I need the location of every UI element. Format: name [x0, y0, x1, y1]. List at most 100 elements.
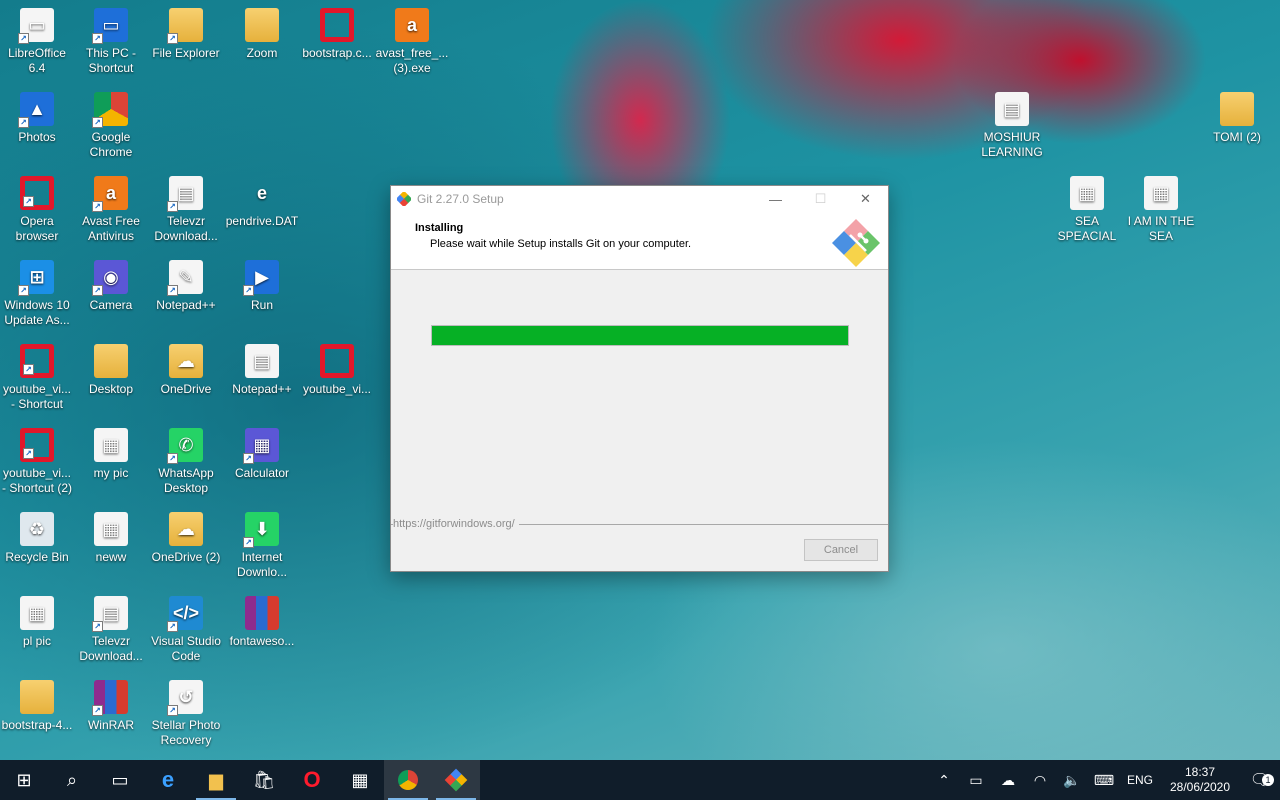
- desktop-icon-file-explorer[interactable]: ↗ File Explorer: [149, 2, 223, 61]
- desktop-icon-recycle-bin[interactable]: ♻ Recycle Bin: [0, 506, 74, 565]
- icon-label: Run: [250, 298, 273, 312]
- icon-label: Avast Free Antivirus: [82, 214, 140, 243]
- camera-icon: ◉ ↗: [92, 260, 128, 296]
- dialog-header: Installing Please wait while Setup insta…: [391, 212, 888, 270]
- desktop-icon-opera[interactable]: ↗ Opera browser: [0, 170, 74, 244]
- system-tray: ⌃ ▭ ☁ ◠ 🔈 ⌨ ENG 18:37 28/06/2020 🗨 1: [928, 760, 1280, 800]
- icon-label: bootstrap.c...: [302, 46, 372, 60]
- icon-label: Photos: [18, 130, 56, 144]
- clock-time: 18:37: [1184, 765, 1216, 779]
- icon-label: WhatsApp Desktop: [158, 466, 214, 495]
- desktop-icon-onedrive-2[interactable]: ☁ OneDrive (2): [149, 506, 223, 565]
- taskbar-edge[interactable]: e: [144, 760, 192, 800]
- task-view-button[interactable]: ▭: [96, 760, 144, 800]
- desktop-icon-pendrive[interactable]: e pendrive.DAT: [225, 170, 299, 229]
- desktop-icon-neww[interactable]: ▦ neww: [74, 506, 148, 565]
- desktop-icon-camera[interactable]: ◉ ↗ Camera: [74, 254, 148, 313]
- wifi-icon[interactable]: ◠: [1024, 772, 1056, 789]
- desktop-icon-youtube-shortcut-2[interactable]: ↗ youtube_vi... - Shortcut (2): [0, 422, 74, 496]
- volume-icon[interactable]: 🔈: [1056, 772, 1088, 789]
- opera-icon: O: [303, 767, 321, 792]
- icon-label: Opera browser: [15, 214, 59, 243]
- desktop-icon-desktop[interactable]: Desktop: [74, 338, 148, 397]
- calculator-icon: ▦: [351, 769, 369, 790]
- desktop-icon-idm[interactable]: ⬇ ↗ Internet Downlo...: [225, 506, 299, 580]
- desktop-icon-calculator[interactable]: ▦ ↗ Calculator: [225, 422, 299, 481]
- taskbar-store[interactable]: 🛍: [240, 760, 288, 800]
- search-button[interactable]: ⌕: [48, 760, 96, 800]
- desktop-icon-this-pc[interactable]: ▭ ↗ This PC - Shortcut: [74, 2, 148, 76]
- notification-badge: 1: [1262, 774, 1274, 786]
- image-file-icon: ▦: [94, 428, 128, 462]
- desktop-icon-zoom[interactable]: Zoom: [225, 2, 299, 61]
- desktop-icon-i-am-in-the-sea[interactable]: ▦ I AM IN THE SEA: [1124, 170, 1198, 244]
- chrome-icon: ↗: [92, 92, 128, 128]
- git-icon: [444, 768, 468, 792]
- opera-icon: ↗: [20, 176, 54, 210]
- desktop-icon-avast-exe[interactable]: a avast_free_... (3).exe: [375, 2, 449, 76]
- desktop-icon-tomi-2[interactable]: TOMI (2): [1200, 86, 1274, 145]
- desktop-icon-notepadpp[interactable]: ✎ ↗ Notepad++: [149, 254, 223, 313]
- onedrive-cloud-icon[interactable]: ☁: [992, 772, 1024, 789]
- chevron-up-icon[interactable]: ⌃: [928, 772, 960, 789]
- desktop-icon-sea-speacial[interactable]: ▦ SEA SPEACIAL: [1050, 170, 1124, 244]
- dialog-titlebar[interactable]: Git 2.27.0 Setup — ☐ ✕: [391, 186, 888, 212]
- icon-label: pendrive.DAT: [225, 214, 299, 228]
- taskbar-file-explorer[interactable]: ▆: [192, 760, 240, 800]
- desktop-icon-stellar[interactable]: ↺ ↗ Stellar Photo Recovery: [149, 674, 223, 748]
- search-icon: ⌕: [66, 769, 78, 790]
- desktop-icon-notepadpp-2[interactable]: ▤ Notepad++: [225, 338, 299, 397]
- desktop-icon-libreoffice[interactable]: ▭ ↗ LibreOffice 6.4: [0, 2, 74, 76]
- desktop-icon-youtube-vi[interactable]: youtube_vi...: [300, 338, 374, 397]
- cancel-button[interactable]: Cancel: [804, 539, 878, 561]
- desktop-icon-fontawesome[interactable]: fontaweso...: [225, 590, 299, 649]
- icon-label: Windows 10 Update As...: [4, 298, 70, 327]
- icon-label: Google Chrome: [89, 130, 133, 159]
- desktop-icon-youtube-shortcut[interactable]: ↗ youtube_vi... - Shortcut: [0, 338, 74, 412]
- task-view-icon: ▭: [111, 769, 129, 790]
- folder-icon: ↗: [167, 8, 203, 44]
- taskbar-git-setup[interactable]: [432, 760, 480, 800]
- onedrive-folder-icon: ☁: [169, 344, 203, 378]
- clock-date: 28/06/2020: [1169, 780, 1231, 794]
- document-icon: ▤ ↗: [92, 596, 128, 632]
- desktop-icon-whatsapp[interactable]: ✆ ↗ WhatsApp Desktop: [149, 422, 223, 496]
- icon-label: Notepad++: [156, 298, 216, 312]
- maximize-button[interactable]: ☐: [798, 186, 843, 212]
- calculator-icon: ▦ ↗: [243, 428, 279, 464]
- start-button[interactable]: ⊞: [0, 760, 48, 800]
- image-file-icon: ▦: [1070, 176, 1104, 210]
- icon-label: LibreOffice 6.4: [8, 46, 66, 75]
- desktop-icon-winrar[interactable]: ↗ WinRAR: [74, 674, 148, 733]
- language-indicator[interactable]: ENG: [1120, 773, 1160, 787]
- notification-center-button[interactable]: 🗨 1: [1240, 770, 1280, 790]
- desktop-icon-pl-pic[interactable]: ▦ pl pic: [0, 590, 74, 649]
- avast-icon: a ↗: [92, 176, 128, 212]
- keyboard-icon[interactable]: ⌨: [1088, 772, 1120, 789]
- desktop-icon-avast[interactable]: a ↗ Avast Free Antivirus: [74, 170, 148, 244]
- close-button[interactable]: ✕: [843, 186, 888, 212]
- desktop-icon-windows-update[interactable]: ⊞ ↗ Windows 10 Update As...: [0, 254, 74, 328]
- battery-icon[interactable]: ▭: [960, 772, 992, 789]
- clock[interactable]: 18:37 28/06/2020: [1160, 765, 1240, 795]
- document-icon: ▤ ↗: [167, 176, 203, 212]
- minimize-button[interactable]: —: [753, 186, 798, 212]
- desktop-icon-photos[interactable]: ▲ ↗ Photos: [0, 86, 74, 145]
- winrar-icon: ↗: [92, 680, 128, 716]
- desktop-icon-televzr[interactable]: ▤ ↗ Televzr Download...: [149, 170, 223, 244]
- icon-label: youtube_vi...: [302, 382, 372, 396]
- desktop-icon-google-chrome[interactable]: ↗ Google Chrome: [74, 86, 148, 160]
- desktop-icon-run[interactable]: ▶ ↗ Run: [225, 254, 299, 313]
- desktop-icon-bootstrap-4[interactable]: bootstrap-4...: [0, 674, 74, 733]
- desktop-icon-onedrive[interactable]: ☁ OneDrive: [149, 338, 223, 397]
- desktop-icon-vscode[interactable]: </> ↗ Visual Studio Code: [149, 590, 223, 664]
- taskbar-opera[interactable]: O: [288, 760, 336, 800]
- desktop-icon-bootstrap-c[interactable]: bootstrap.c...: [300, 2, 374, 61]
- taskbar-calculator[interactable]: ▦: [336, 760, 384, 800]
- run-icon: ▶ ↗: [243, 260, 279, 296]
- desktop-icon-my-pic[interactable]: ▦ my pic: [74, 422, 148, 481]
- icon-label: Televzr Download...: [154, 214, 218, 243]
- taskbar-chrome[interactable]: [384, 760, 432, 800]
- desktop-icon-televzr-2[interactable]: ▤ ↗ Televzr Download...: [74, 590, 148, 664]
- desktop-icon-moshiur-learning[interactable]: ▤ MOSHIUR LEARNING: [975, 86, 1049, 160]
